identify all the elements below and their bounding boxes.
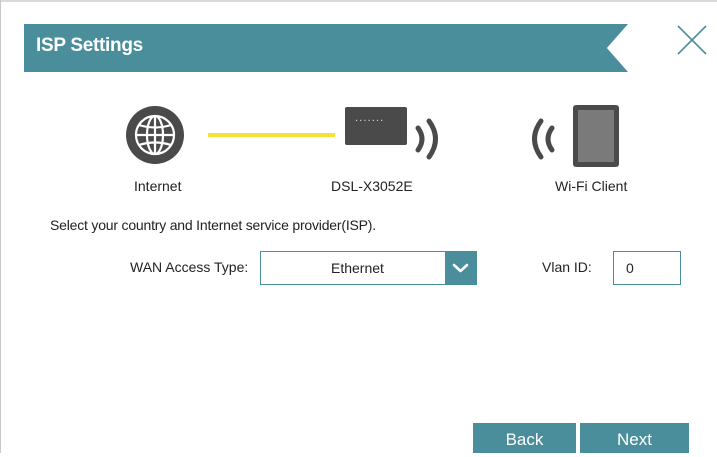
chevron-down-icon: [452, 263, 469, 273]
wan-access-type-label: WAN Access Type:: [130, 259, 249, 275]
page-title: ISP Settings: [36, 35, 143, 56]
connection-line: [208, 133, 335, 137]
wifi-signal-icon: [415, 118, 438, 160]
router-model-label: DSL-X3052E: [331, 178, 413, 194]
router-indicator-dots: .......: [355, 113, 385, 124]
wan-access-type-value: Ethernet: [331, 260, 384, 276]
vlan-id-label: Vlan ID:: [542, 259, 592, 275]
dropdown-toggle[interactable]: [445, 252, 476, 284]
wan-access-type-select[interactable]: Ethernet: [260, 251, 477, 285]
window-top-border: [0, 0, 717, 2]
wifi-signal-icon: [532, 118, 555, 160]
isp-settings-window: ISP Settings ....... Internet DSL-X3052E…: [0, 0, 717, 453]
close-icon[interactable]: [674, 22, 710, 58]
internet-label: Internet: [134, 178, 182, 194]
instructions-text: Select your country and Internet service…: [50, 217, 376, 233]
router-icon: .......: [345, 107, 407, 145]
tablet-icon: [573, 105, 619, 167]
vlan-id-input[interactable]: [613, 251, 681, 285]
wifi-client-label: Wi-Fi Client: [555, 178, 628, 194]
back-button[interactable]: Back: [473, 423, 576, 453]
window-left-border: [0, 0, 1, 453]
next-button[interactable]: Next: [580, 423, 689, 453]
globe-icon: [126, 106, 184, 164]
